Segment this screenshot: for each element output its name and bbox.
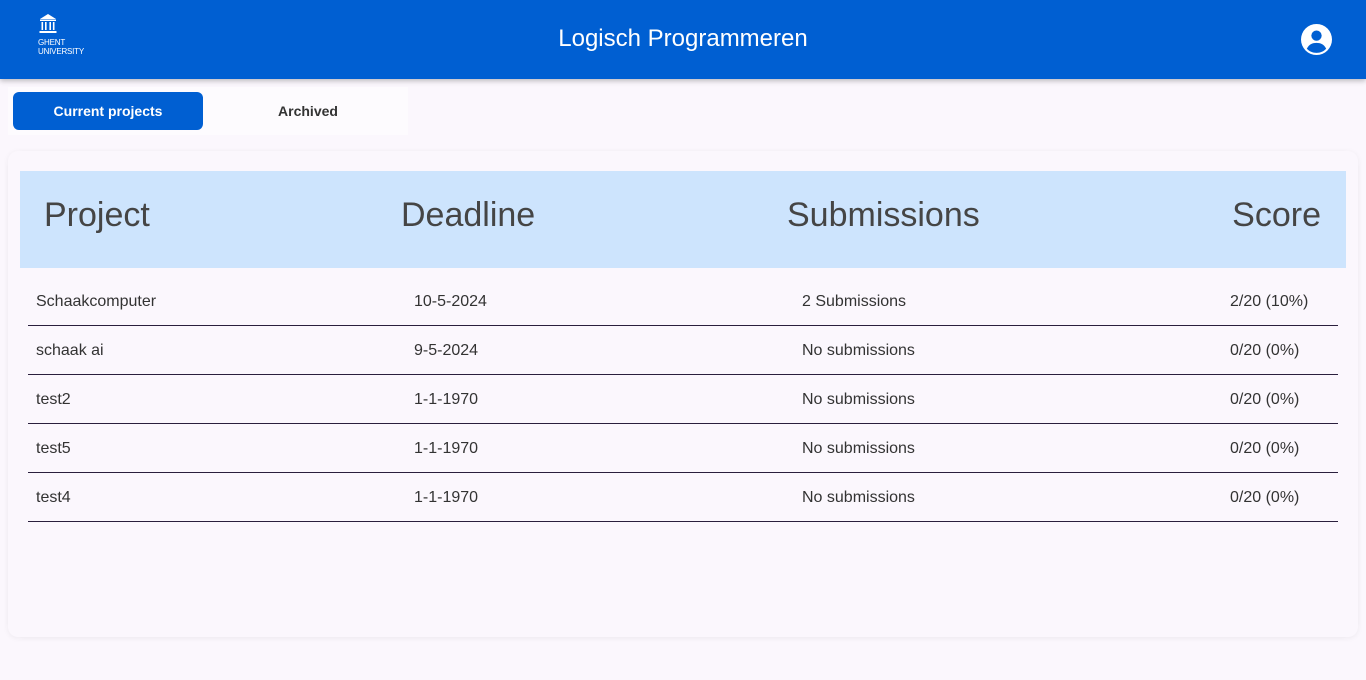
table-row[interactable]: schaak ai 9-5-2024 No submissions 0/20 (… [28, 326, 1338, 375]
cell-score: 0/20 (0%) [1230, 342, 1300, 359]
cell-project: test5 [36, 440, 71, 457]
app-bar: GHENT UNIVERSITY Logisch Programmeren [0, 0, 1366, 79]
cell-submissions[interactable]: No submissions [802, 391, 915, 409]
cell-project: test2 [36, 391, 71, 408]
tab-current-projects[interactable]: Current projects [13, 92, 203, 130]
table-row[interactable]: Schaakcomputer 10-5-2024 2 Submissions 2… [28, 277, 1338, 326]
cell-submissions[interactable]: No submissions [802, 342, 915, 360]
table-row[interactable]: test2 1-1-1970 No submissions 0/20 (0%) [28, 375, 1338, 424]
cell-deadline: 9-5-2024 [414, 342, 479, 359]
account-button[interactable] [1301, 24, 1332, 55]
account-circle-icon [1301, 24, 1332, 55]
cell-score: 2/20 (10%) [1230, 293, 1309, 310]
cell-submissions[interactable]: No submissions [802, 489, 915, 507]
project-tabs: Current projects Archived [8, 87, 408, 135]
projects-card: Project Deadline Submissions Score Schaa… [8, 151, 1358, 637]
table-header: Project Deadline Submissions Score [20, 171, 1346, 268]
cell-deadline: 10-5-2024 [414, 293, 487, 310]
table-row[interactable]: test5 1-1-1970 No submissions 0/20 (0%) [28, 424, 1338, 473]
cell-submissions[interactable]: No submissions [802, 440, 915, 458]
tab-archived[interactable]: Archived [213, 92, 403, 130]
cell-deadline: 1-1-1970 [414, 391, 479, 408]
column-header-score: Score [1232, 196, 1321, 234]
cell-project: test4 [36, 489, 71, 506]
cell-deadline: 1-1-1970 [414, 440, 479, 457]
cell-score: 0/20 (0%) [1230, 440, 1300, 457]
cell-deadline: 1-1-1970 [414, 489, 479, 506]
cell-score: 0/20 (0%) [1230, 391, 1300, 408]
column-header-submissions: Submissions [787, 196, 980, 234]
column-header-project: Project [44, 196, 150, 234]
cell-submissions[interactable]: 2 Submissions [802, 293, 906, 311]
column-header-deadline: Deadline [401, 196, 536, 234]
page-title: Logisch Programmeren [558, 25, 808, 52]
cell-score: 0/20 (0%) [1230, 489, 1300, 506]
cell-project: Schaakcomputer [36, 293, 157, 310]
cell-project: schaak ai [36, 342, 104, 359]
table-row[interactable]: test4 1-1-1970 No submissions 0/20 (0%) [28, 473, 1338, 522]
